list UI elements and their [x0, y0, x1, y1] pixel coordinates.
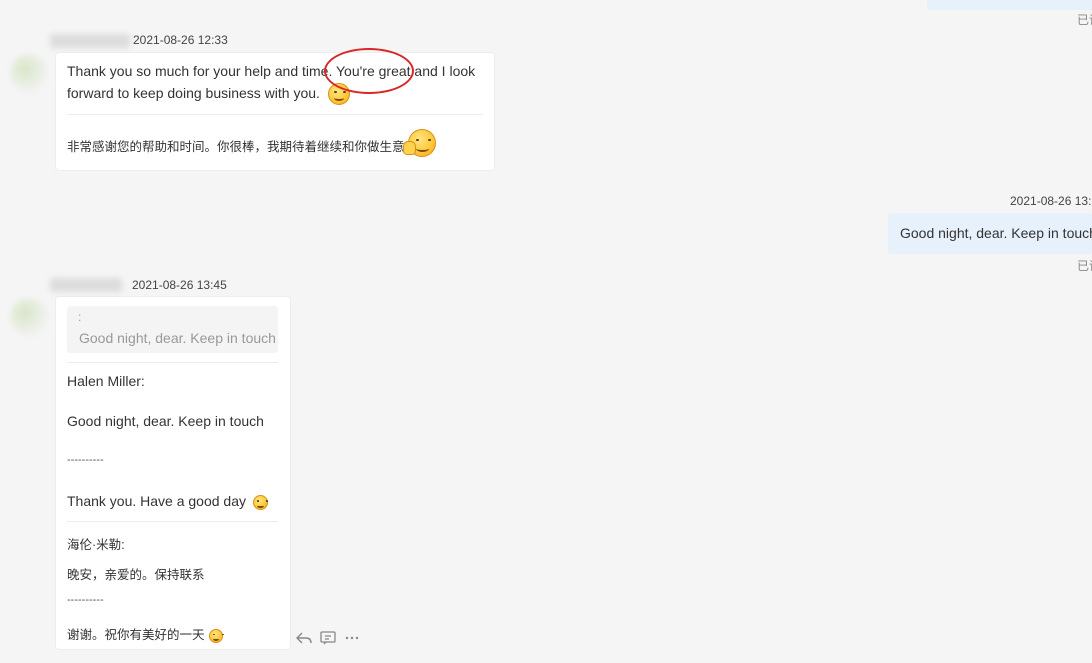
message-translation-line: 谢谢。祝你有美好的一天 [67, 624, 223, 643]
translation-divider [67, 114, 483, 115]
quote-sender: : [78, 310, 82, 324]
translation-divider [67, 521, 278, 522]
message-translation: 非常感谢您的帮助和时间。你很棒，我期待着继续和你做生意。 [67, 140, 418, 154]
message-actions [296, 630, 360, 648]
message-bubble[interactable]: : Good night, dear. Keep in touch Halen … [56, 297, 290, 649]
message-sender-label: Halen Miller: [67, 373, 145, 389]
more-icon[interactable] [344, 631, 360, 648]
message-separator: ---------- [67, 454, 104, 466]
smiling-face-emoji-icon [252, 494, 268, 510]
quoted-message[interactable]: : Good night, dear. Keep in touch [67, 306, 278, 353]
read-status: 已读 [1077, 259, 1092, 273]
message-bubble-outgoing[interactable]: Good night, dear. Keep in touch [888, 213, 1092, 254]
message-bubble[interactable]: Thank you so much for your help and time… [56, 53, 494, 170]
avatar[interactable] [10, 298, 48, 336]
translation-sender-label: 海伦·米勒: [67, 538, 125, 552]
quote-divider [67, 362, 278, 363]
waving-hand-icon [403, 141, 416, 155]
message-timestamp: 2021-08-26 13:45 [132, 278, 227, 292]
message-timestamp: 2021-08-26 13:3 [1010, 194, 1092, 208]
quote-text: Good night, dear. Keep in touch [79, 330, 276, 346]
annotation-circle [324, 48, 414, 94]
message-translation: 晚安，亲爱的。保持联系 [67, 568, 205, 582]
message-text: Thank you. Have a good day [67, 493, 247, 509]
message-timestamp: 2021-08-26 12:33 [133, 33, 228, 47]
sender-name-blurred [50, 34, 130, 48]
sender-name-blurred [50, 278, 122, 292]
read-status-top: 已读 [1077, 13, 1092, 27]
message-text: Good night, dear. Keep in touch [900, 225, 1092, 241]
previous-outgoing-bubble [927, 0, 1092, 10]
message-text: forward to keep doing business with you. [67, 85, 320, 101]
smiling-face-emoji-icon [209, 628, 223, 643]
message-text-line: Thank you. Have a good day [67, 490, 268, 512]
message-text-line: forward to keep doing business with you. [67, 82, 350, 106]
quote-icon[interactable] [320, 630, 336, 648]
message-text: Good night, dear. Keep in touch [67, 413, 264, 429]
translation-separator: ---------- [67, 594, 104, 606]
message-translation: 谢谢。祝你有美好的一天 [67, 628, 205, 642]
reply-icon[interactable] [296, 631, 312, 648]
avatar[interactable] [10, 54, 48, 92]
